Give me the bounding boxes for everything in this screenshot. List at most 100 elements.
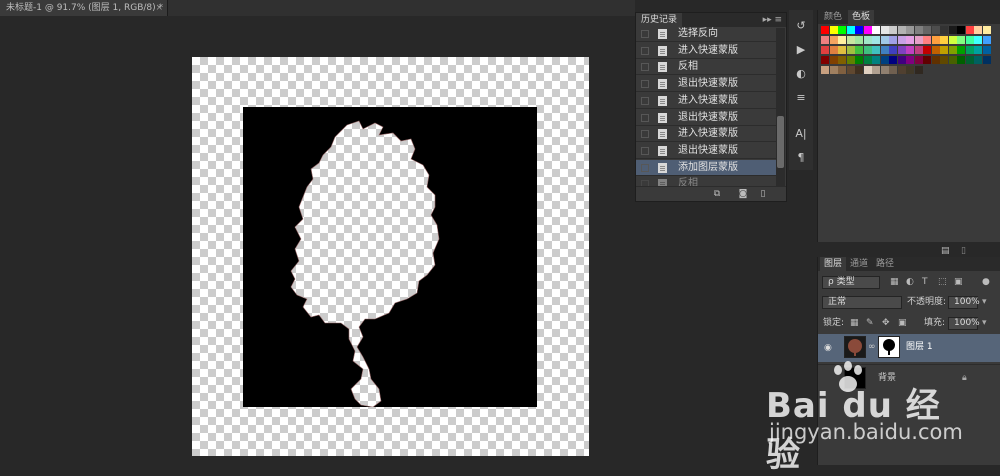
history-item[interactable]: 进入快速蒙版 <box>636 93 776 109</box>
color-swatch[interactable] <box>974 46 982 54</box>
color-swatch[interactable] <box>923 36 931 44</box>
color-swatch[interactable] <box>948 36 957 44</box>
history-item[interactable]: 选择反向 <box>636 26 776 42</box>
color-swatch[interactable] <box>914 36 923 44</box>
color-swatch[interactable] <box>889 26 897 34</box>
color-swatch[interactable] <box>897 66 906 74</box>
tab-layers[interactable]: 图层 <box>820 257 847 271</box>
history-state-checkbox[interactable] <box>641 163 649 172</box>
color-swatch[interactable] <box>880 36 889 44</box>
history-item[interactable]: 反相 <box>636 59 776 76</box>
color-swatch[interactable] <box>863 26 872 34</box>
tab-swatches[interactable]: 色板 <box>848 10 875 24</box>
color-swatch[interactable] <box>872 56 880 64</box>
adjustments-icon[interactable]: ◐ <box>793 66 809 82</box>
history-item[interactable]: 退出快速蒙版 <box>636 143 776 159</box>
filter-toggle-icon[interactable]: ● <box>982 276 990 289</box>
color-swatch[interactable] <box>889 46 897 54</box>
snapshot-camera-icon[interactable]: ◙ <box>738 189 748 199</box>
color-swatch[interactable] <box>931 26 940 34</box>
color-swatch[interactable] <box>940 46 948 54</box>
layer-row-layer-1[interactable]: ◉ ∞ 图层 1 <box>818 334 1000 362</box>
tab-paths[interactable]: 路径 <box>872 257 898 271</box>
color-swatch[interactable] <box>838 66 846 74</box>
lock-transparent-icon[interactable]: ▦ <box>850 317 859 330</box>
color-swatch[interactable] <box>863 66 872 74</box>
history-state-checkbox[interactable] <box>641 80 649 89</box>
color-swatch[interactable] <box>897 36 906 44</box>
history-icon[interactable]: ↺ <box>793 18 809 34</box>
color-swatch[interactable] <box>872 46 880 54</box>
color-swatch[interactable] <box>965 46 974 54</box>
opacity-slider-arrow-icon[interactable]: ▾ <box>982 296 987 309</box>
color-swatch[interactable] <box>974 26 982 34</box>
panel-menu-icon[interactable]: ▸▸ ≡ <box>763 13 782 27</box>
layer-name[interactable]: 图层 1 <box>906 341 933 354</box>
color-swatch[interactable] <box>906 46 914 54</box>
history-state-checkbox[interactable] <box>641 63 649 72</box>
color-swatch[interactable] <box>940 56 948 64</box>
fill-slider-arrow-icon[interactable]: ▾ <box>982 317 987 330</box>
color-swatch[interactable] <box>914 66 923 74</box>
color-swatch[interactable] <box>889 66 897 74</box>
color-swatch[interactable] <box>923 46 931 54</box>
fill-field[interactable]: 100% <box>948 317 980 330</box>
color-swatch[interactable] <box>872 66 880 74</box>
mask-link-icon[interactable]: ∞ <box>868 341 876 354</box>
color-swatch[interactable] <box>846 26 855 34</box>
history-item[interactable]: 退出快速蒙版 <box>636 76 776 93</box>
lock-position-icon[interactable]: ✥ <box>882 317 890 330</box>
color-swatch[interactable] <box>821 66 829 74</box>
color-swatch[interactable] <box>889 36 897 44</box>
actions-icon[interactable]: ▶ <box>793 42 809 58</box>
color-swatch[interactable] <box>897 26 906 34</box>
color-swatch[interactable] <box>923 26 931 34</box>
color-swatch[interactable] <box>863 56 872 64</box>
color-swatch[interactable] <box>838 26 846 34</box>
color-swatch[interactable] <box>872 36 880 44</box>
color-swatch[interactable] <box>855 46 863 54</box>
color-swatch[interactable] <box>846 36 855 44</box>
history-item[interactable]: 进入快速蒙版 <box>636 43 776 59</box>
history-state-checkbox[interactable] <box>641 46 649 55</box>
history-state-checkbox[interactable] <box>641 30 649 38</box>
color-swatch[interactable] <box>863 46 872 54</box>
color-swatch[interactable] <box>829 26 838 34</box>
history-item[interactable]: 进入快速蒙版 <box>636 126 776 143</box>
scrollbar-thumb[interactable] <box>777 116 784 168</box>
lock-pixels-icon[interactable]: ✎ <box>866 317 874 330</box>
color-swatch[interactable] <box>821 36 829 44</box>
blend-mode-dropdown[interactable]: 正常 <box>822 296 902 309</box>
filter-adjustment-icon[interactable]: ◐ <box>906 276 914 289</box>
mask-thumbnail[interactable] <box>878 336 900 358</box>
color-swatch[interactable] <box>957 46 965 54</box>
color-swatch[interactable] <box>829 56 838 64</box>
properties-icon[interactable]: ≡ <box>793 90 809 106</box>
opacity-field[interactable]: 100% <box>948 296 980 309</box>
tab-color[interactable]: 颜色 <box>820 10 846 24</box>
filter-shape-icon[interactable]: ⬚ <box>938 276 947 289</box>
document-canvas[interactable] <box>192 57 589 456</box>
history-item[interactable]: 退出快速蒙版 <box>636 110 776 126</box>
color-swatch[interactable] <box>931 56 940 64</box>
history-state-checkbox[interactable] <box>641 130 649 139</box>
color-swatch[interactable] <box>821 56 829 64</box>
color-swatch[interactable] <box>846 66 855 74</box>
color-swatch[interactable] <box>948 26 957 34</box>
color-swatch[interactable] <box>914 56 923 64</box>
character-icon[interactable]: A| <box>793 126 809 142</box>
filter-smart-object-icon[interactable]: ▣ <box>954 276 963 289</box>
color-swatch[interactable] <box>846 56 855 64</box>
color-swatch[interactable] <box>855 26 863 34</box>
color-swatch[interactable] <box>965 26 974 34</box>
color-swatch[interactable] <box>948 46 957 54</box>
color-swatch[interactable] <box>982 56 991 64</box>
color-swatch[interactable] <box>906 56 914 64</box>
color-swatch[interactable] <box>965 36 974 44</box>
color-swatch[interactable] <box>880 66 889 74</box>
color-swatch[interactable] <box>838 56 846 64</box>
color-swatch[interactable] <box>940 36 948 44</box>
trash-icon[interactable]: ▯ <box>758 189 768 199</box>
color-swatch[interactable] <box>872 26 880 34</box>
color-swatch[interactable] <box>948 56 957 64</box>
